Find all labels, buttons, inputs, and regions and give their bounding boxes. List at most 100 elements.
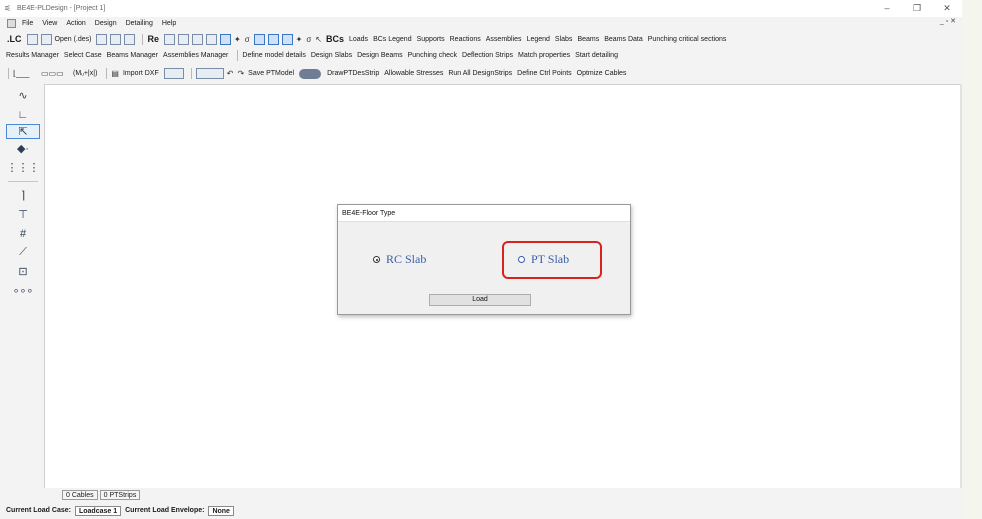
arrows-icon[interactable]: ↖ [315, 35, 322, 44]
beams-data-button[interactable]: Beams Data [604, 36, 643, 43]
app-icon: ⚟ [4, 3, 12, 13]
mdi-controls[interactable]: _ ▫ ✕ [940, 17, 956, 25]
toolbar-separator [106, 68, 108, 79]
point-load-icon[interactable]: ✦ [234, 35, 241, 44]
start-detailing-button[interactable]: Start detailing [575, 52, 618, 59]
toolbar-separator [142, 33, 144, 45]
menu-design[interactable]: Design [95, 20, 117, 27]
grid-icon[interactable] [205, 33, 217, 45]
beams-button[interactable]: Beams [577, 36, 599, 43]
snap-icon[interactable] [219, 33, 231, 45]
document-icon[interactable] [7, 19, 16, 28]
menu-action[interactable]: Action [66, 20, 85, 27]
reactions-button[interactable]: Reactions [450, 36, 481, 43]
close-button[interactable]: ✕ [932, 0, 962, 17]
window-controls: – ❐ ✕ [872, 0, 962, 17]
ptstrips-tab[interactable]: 0 PTStrips [99, 490, 141, 500]
beam-line-icon[interactable]: ⊤ [8, 205, 38, 224]
opening-icon[interactable]: ⊡ [8, 262, 38, 281]
punching-check-button[interactable]: Punching check [408, 52, 457, 59]
nodes-icon[interactable]: ∘∘∘ [8, 281, 38, 300]
mesh-icon[interactable]: # [8, 224, 38, 243]
punching-critical-sections-button[interactable]: Punching critical sections [648, 36, 727, 43]
support-icon[interactable] [281, 33, 293, 45]
design-beams-button[interactable]: Design Beams [357, 52, 403, 59]
match-properties-button[interactable]: Match properties [518, 52, 570, 59]
area-load-icon[interactable] [267, 33, 279, 45]
results-manager-button[interactable]: Results Manager [6, 52, 59, 59]
run-all-designstrips-button[interactable]: Run All DesignStrips [448, 70, 512, 77]
re-button[interactable]: Re [147, 34, 159, 44]
loads-button[interactable]: Loads [349, 36, 368, 43]
restore-button[interactable]: ❐ [902, 0, 932, 17]
deflection-strips-button[interactable]: Deflection Strips [462, 52, 513, 59]
moment-formula-button[interactable]: (Mᵤ+|x|) [73, 70, 97, 77]
cable-profile-icon[interactable]: ∿ [8, 86, 38, 105]
axis-icon[interactable]: ∟ [8, 105, 38, 124]
load-button[interactable]: Load [429, 294, 531, 306]
pt-slab-highlight [502, 241, 602, 279]
menu-file[interactable]: File [22, 20, 33, 27]
design-slabs-button[interactable]: Design Slabs [311, 52, 352, 59]
section-icon[interactable]: ⌊___ [13, 69, 37, 78]
new-file-icon[interactable] [26, 33, 38, 45]
pan-icon[interactable] [191, 33, 203, 45]
diagonal-icon[interactable]: ⟋ [8, 243, 38, 262]
cables-tab[interactable]: 0 Cables [62, 490, 98, 500]
legend-button[interactable]: Legend [527, 36, 550, 43]
title-bar: ⚟ BE4E-PLDesign - [Project 1] – ❐ ✕ [0, 0, 962, 17]
node-icon[interactable]: ✦ [296, 35, 303, 44]
rc-slab-label[interactable]: RC Slab [386, 252, 426, 267]
slabs-button[interactable]: Slabs [555, 36, 573, 43]
bcs-legend-button[interactable]: BCs Legend [373, 36, 412, 43]
toolbar-separator [237, 49, 239, 61]
import-dxf-icon[interactable]: ▤ [111, 69, 119, 78]
toolbar-separator [8, 68, 9, 79]
print-icon[interactable] [110, 33, 122, 45]
column-corner-icon[interactable]: ⌉ [8, 186, 38, 205]
lc-button[interactable]: .LC [7, 34, 22, 44]
assemblies-manager-button[interactable]: Assemblies Manager [163, 52, 228, 59]
open-folder-icon[interactable] [40, 33, 52, 45]
strand-pill-icon[interactable] [299, 68, 322, 79]
tendon-icon[interactable] [163, 68, 184, 79]
window-title: BE4E-PLDesign - [Project 1] [17, 5, 106, 12]
radio-selected-icon[interactable] [373, 256, 380, 263]
menu-bar: File View Action Design Detailing Help _… [0, 17, 962, 30]
optimize-cables-button[interactable]: Optmize Cables [577, 70, 627, 77]
grid-layout-icon[interactable] [195, 68, 224, 79]
bcs-button[interactable]: BCs [326, 34, 344, 44]
drawing-canvas[interactable]: BE4E-Floor Type RC Slab PT Slab Load [44, 84, 960, 488]
envelope-value: None [208, 505, 234, 516]
assemblies-button[interactable]: Assemblies [486, 36, 522, 43]
moment-icon[interactable]: σ [245, 35, 250, 44]
print-preview-icon[interactable] [124, 33, 136, 45]
zoom-icon[interactable] [177, 33, 189, 45]
dotted-grid-icon[interactable]: ⋮⋮⋮ [7, 158, 40, 177]
minimize-button[interactable]: – [872, 0, 902, 17]
zoom-window-icon[interactable] [163, 33, 175, 45]
save-ptmodel-button[interactable]: Save PTModel [248, 70, 294, 77]
strip-icon[interactable]: ▭▭▭ [41, 69, 69, 78]
diamond-node-icon[interactable]: ◆· [8, 139, 38, 158]
import-dxf-button[interactable]: Import DXF [123, 70, 159, 77]
draw-pt-des-strip-button[interactable]: DrawPTDesStrip [327, 70, 379, 77]
allowable-stresses-button[interactable]: Allowable Stresses [384, 70, 443, 77]
supports-button[interactable]: Supports [417, 36, 445, 43]
define-ctrl-points-button[interactable]: Define Ctrl Points [517, 70, 571, 77]
line-load-icon[interactable] [253, 33, 265, 45]
beams-manager-button[interactable]: Beams Manager [107, 52, 158, 59]
rc-slab-option[interactable]: RC Slab [373, 252, 426, 267]
menu-help[interactable]: Help [162, 20, 176, 27]
menu-view[interactable]: View [42, 20, 57, 27]
define-model-details-button[interactable]: Define model details [242, 52, 305, 59]
menu-detailing[interactable]: Detailing [126, 20, 153, 27]
undo-icon[interactable]: ↶ [227, 69, 234, 78]
select-case-button[interactable]: Select Case [64, 52, 102, 59]
load-case-label: Current Load Case: [6, 507, 71, 514]
open-des-button[interactable]: Open (.des) [55, 36, 92, 43]
select-pointer-icon[interactable]: ⇱ [6, 124, 40, 139]
redo-icon[interactable]: ↷ [237, 69, 244, 78]
save-icon[interactable] [96, 33, 108, 45]
sigma-icon[interactable]: σ [306, 35, 311, 44]
